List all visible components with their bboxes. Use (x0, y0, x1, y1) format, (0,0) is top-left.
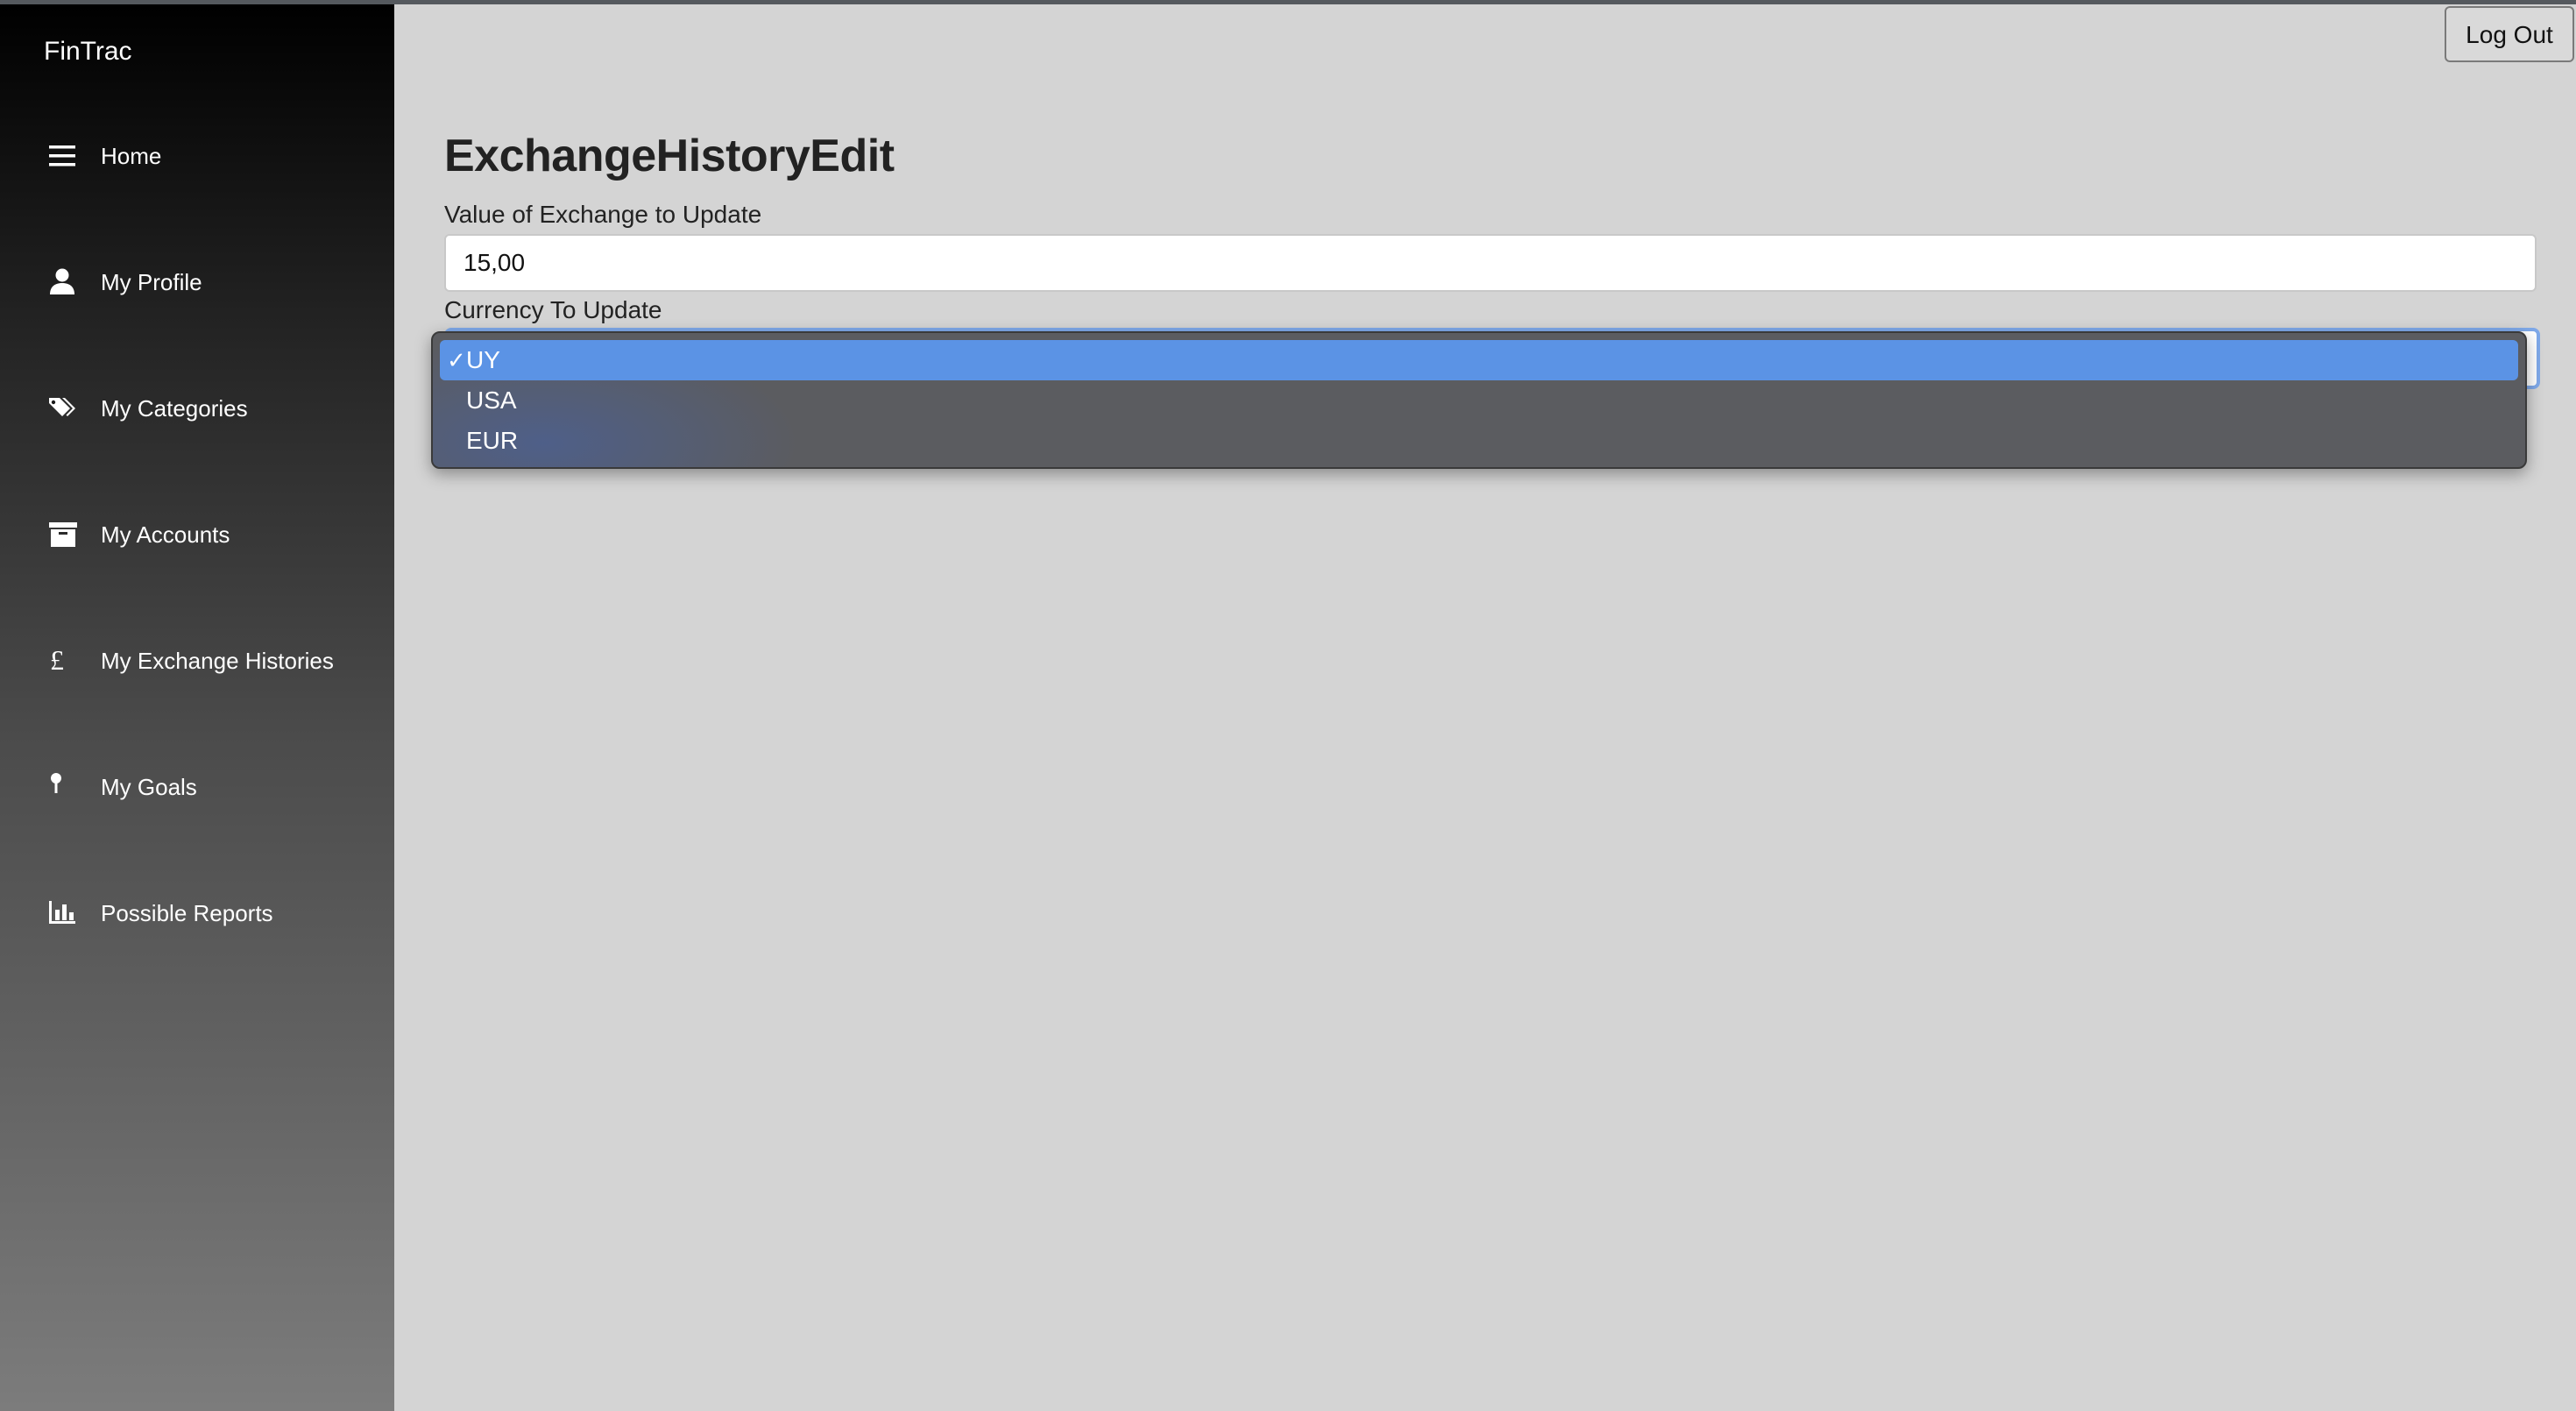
option-label: USA (466, 386, 517, 414)
tags-icon (47, 393, 79, 424)
sidebar-item-home[interactable]: Home (0, 130, 394, 182)
sidebar-item-possible-reports[interactable]: Possible Reports (0, 887, 394, 939)
sidebar-item-label: My Accounts (101, 521, 230, 548)
page-title: ExchangeHistoryEdit (444, 131, 895, 181)
sidebar-item-my-categories[interactable]: My Categories (0, 382, 394, 435)
sidebar-item-my-goals[interactable]: My Goals (0, 761, 394, 813)
sidebar-item-label: My Exchange Histories (101, 648, 334, 674)
hamburger-icon (47, 140, 79, 172)
currency-field-label: Currency To Update (444, 296, 662, 323)
sidebar-item-my-exchange-histories[interactable]: £ My Exchange Histories (0, 635, 394, 687)
currency-option-usa[interactable]: USA (440, 380, 2518, 421)
archive-icon (47, 519, 79, 550)
logout-button[interactable]: Log Out (2445, 6, 2574, 62)
value-field-label: Value of Exchange to Update (444, 201, 762, 228)
sidebar-item-label: My Profile (101, 269, 202, 295)
sidebar-item-my-accounts[interactable]: My Accounts (0, 508, 394, 561)
sidebar-item-my-profile[interactable]: My Profile (0, 256, 394, 308)
exchange-value-input[interactable] (444, 234, 2537, 292)
sidebar-item-label: My Categories (101, 395, 248, 422)
option-label: EUR (466, 427, 519, 454)
svg-text:£: £ (50, 645, 64, 676)
sidebar-item-label: My Goals (101, 774, 197, 800)
currency-dropdown-menu: ✓ UY USA EUR (431, 331, 2527, 469)
bar-chart-icon (47, 897, 79, 929)
pin-icon (47, 771, 79, 803)
sidebar-item-label: Home (101, 143, 162, 169)
brand-logo[interactable]: FinTrac (44, 34, 132, 69)
currency-option-eur[interactable]: EUR (440, 421, 2518, 461)
currency-option-uy[interactable]: ✓ UY (440, 340, 2518, 380)
option-label: UY (466, 346, 500, 373)
app-window: FinTrac Home My Profile My Categories My… (0, 0, 2576, 1411)
pound-icon: £ (47, 645, 79, 677)
checkmark-icon: ✓ (447, 347, 466, 373)
sidebar: FinTrac Home My Profile My Categories My… (0, 4, 394, 1411)
sidebar-item-label: Possible Reports (101, 900, 273, 926)
user-icon (47, 266, 79, 298)
